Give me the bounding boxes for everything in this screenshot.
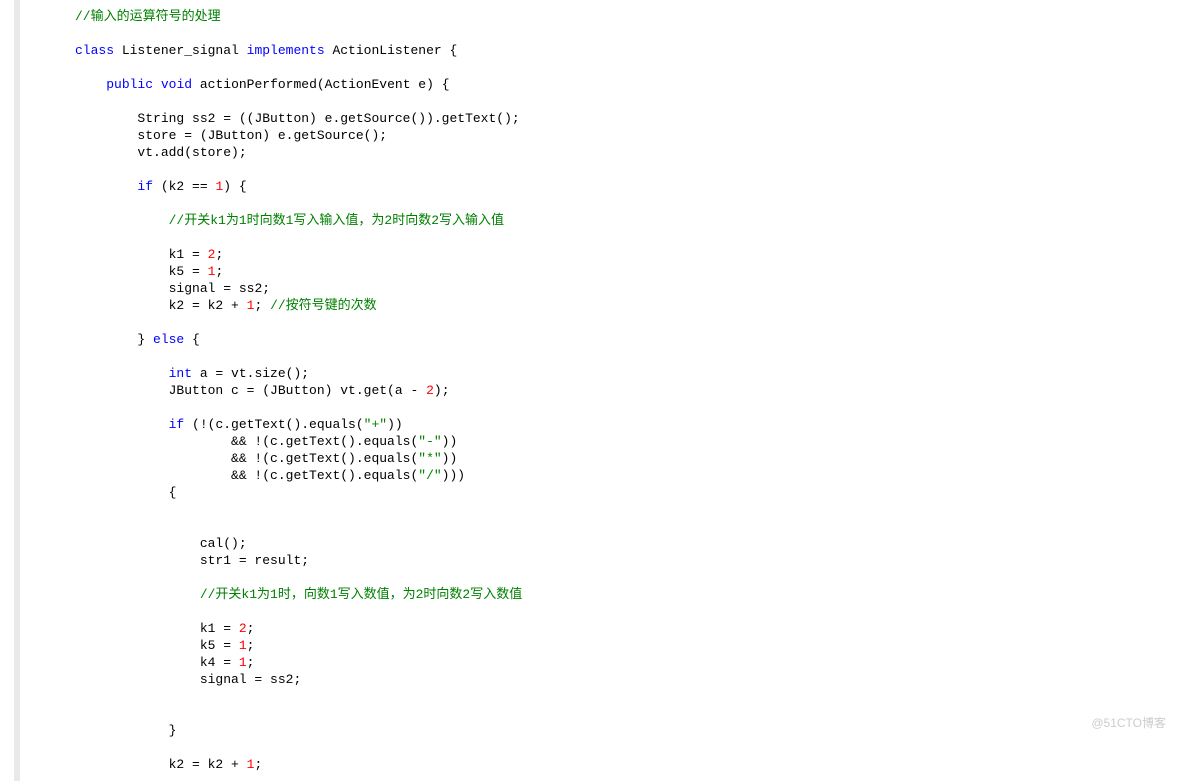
- code-text: [153, 77, 161, 92]
- code-text: JButton c = (JButton) vt.get(a -: [169, 383, 426, 398]
- keyword-implements: implements: [247, 43, 325, 58]
- number: 2: [426, 383, 434, 398]
- code-text: (!(c.getText().equals(: [184, 417, 363, 432]
- code-text: signal = ss2;: [200, 672, 301, 687]
- keyword-else: else: [153, 332, 184, 347]
- code-text: cal();: [200, 536, 247, 551]
- comment: //开关k1为1时，向数1写入数值，为2时向数2写入数值: [200, 587, 522, 602]
- keyword-int: int: [169, 366, 192, 381]
- code-text: ) {: [223, 179, 246, 194]
- string: "+": [364, 417, 387, 432]
- code-text: }: [169, 723, 177, 738]
- code-text: && !(c.getText().equals(: [231, 451, 418, 466]
- keyword-class: class: [75, 43, 114, 58]
- code-text: a = vt.size();: [192, 366, 309, 381]
- code-text: k5 =: [200, 638, 239, 653]
- code-block: //输入的运算符号的处理 class Listener_signal imple…: [14, 0, 1184, 781]
- code-text: k2 = k2 +: [169, 757, 247, 772]
- code-text: ;: [247, 621, 255, 636]
- code-text: )): [442, 451, 458, 466]
- code-text: store = (JButton) e.getSource();: [137, 128, 387, 143]
- code-text: actionPerformed(ActionEvent e) {: [192, 77, 449, 92]
- code-text: signal = ss2;: [169, 281, 270, 296]
- code-text: k2 = k2 +: [169, 298, 247, 313]
- keyword-if: if: [137, 179, 153, 194]
- code-text: k1 =: [169, 247, 208, 262]
- number: 2: [239, 621, 247, 636]
- code-text: ActionListener {: [325, 43, 458, 58]
- watermark: @51CTO博客: [1091, 715, 1166, 732]
- code-text: String ss2 = ((JButton) e.getSource()).g…: [137, 111, 519, 126]
- code-text: {: [184, 332, 200, 347]
- string: "-": [418, 434, 441, 449]
- keyword-if: if: [169, 417, 185, 432]
- code-text: vt.add(store);: [137, 145, 246, 160]
- code-text: ;: [247, 655, 255, 670]
- code-text: && !(c.getText().equals(: [231, 434, 418, 449]
- code-text: && !(c.getText().equals(: [231, 468, 418, 483]
- code-text: ;: [254, 757, 262, 772]
- code-text: (k2 ==: [153, 179, 215, 194]
- code-text: ;: [215, 247, 223, 262]
- code-text: }: [137, 332, 153, 347]
- code-text: str1 = result;: [200, 553, 309, 568]
- keyword-void: void: [161, 77, 192, 92]
- comment: //按符号键的次数: [270, 298, 377, 313]
- code-text: )): [387, 417, 403, 432]
- code-text: Listener_signal: [114, 43, 247, 58]
- comment: //输入的运算符号的处理: [75, 9, 221, 24]
- code-text: k5 =: [169, 264, 208, 279]
- code-text: ))): [442, 468, 465, 483]
- code-text: {: [169, 485, 177, 500]
- code-text: ;: [247, 638, 255, 653]
- comment: //开关k1为1时向数1写入输入值，为2时向数2写入输入值: [169, 213, 504, 228]
- number: 1: [247, 757, 255, 772]
- code-text: )): [442, 434, 458, 449]
- number: 1: [239, 638, 247, 653]
- code-text: k4 =: [200, 655, 239, 670]
- code-text: );: [434, 383, 450, 398]
- string: "/": [418, 468, 441, 483]
- code-text: k1 =: [200, 621, 239, 636]
- keyword-public: public: [106, 77, 153, 92]
- code-text: ;: [215, 264, 223, 279]
- string: "*": [418, 451, 441, 466]
- number: 1: [239, 655, 247, 670]
- code-text: ;: [254, 298, 270, 313]
